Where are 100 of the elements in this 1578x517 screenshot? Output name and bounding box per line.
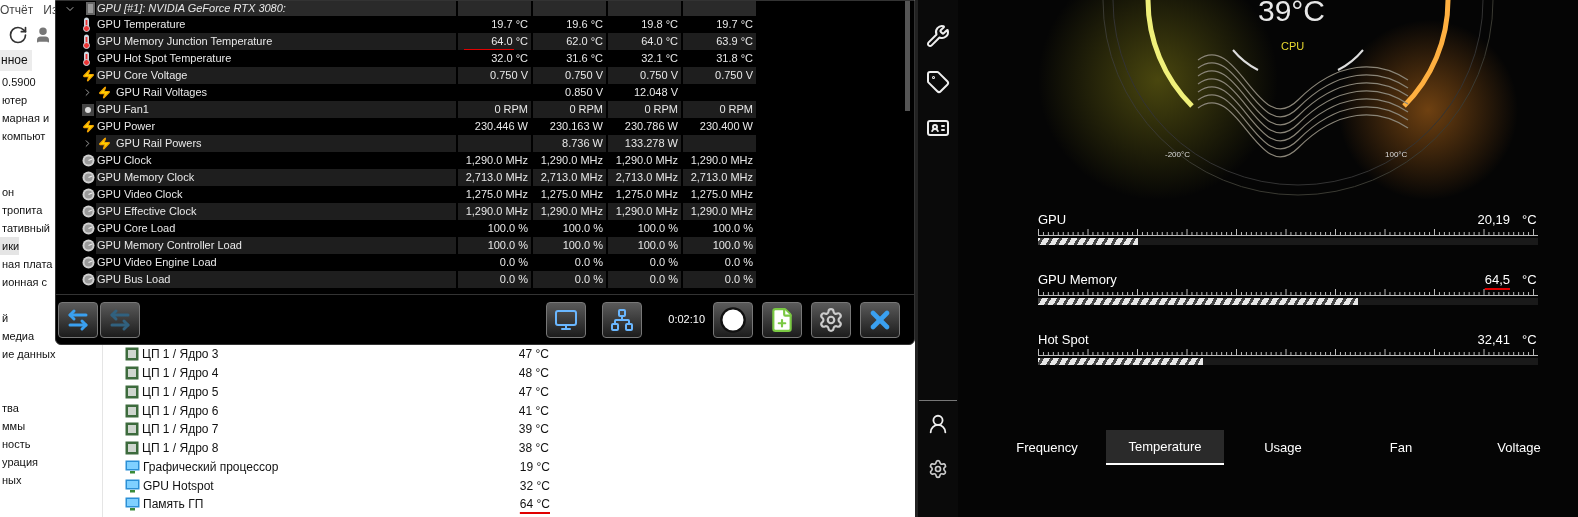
sensor-value: 0.0 % — [499, 272, 528, 288]
sensor-reading: 64,5 — [1484, 270, 1510, 289]
tools-icon[interactable] — [926, 24, 950, 48]
monitor-button[interactable] — [546, 301, 587, 338]
sidebar-item[interactable]: марная и — [0, 109, 50, 127]
sidebar-item[interactable]: й — [0, 309, 9, 327]
sensor-label: Графический процессор — [143, 458, 280, 476]
settings-button[interactable] — [811, 301, 851, 338]
sidebar-item[interactable]: компьют — [0, 127, 46, 145]
sensor-name: GPU — [1038, 210, 1068, 229]
tab[interactable]: Fan — [1342, 430, 1460, 465]
tag-icon[interactable] — [926, 70, 950, 94]
sidebar-item[interactable]: ммы — [0, 417, 26, 435]
sensor-value: 1,275.0 MHz — [690, 187, 753, 203]
user-icon[interactable] — [927, 413, 949, 435]
sidebar-item[interactable]: ность — [0, 435, 31, 453]
sensor-value: 0 RPM — [569, 102, 603, 118]
sidebar-item[interactable]: тва — [0, 399, 19, 417]
tab[interactable]: Temperature — [1106, 430, 1224, 465]
tab[interactable]: Usage — [1224, 430, 1342, 465]
sidebar-item[interactable]: ная плата — [0, 255, 53, 273]
sensor-value: 1,275.0 MHz — [615, 187, 678, 203]
sensor-value: 1,290.0 MHz — [465, 204, 528, 220]
gauge-min-label: -200°C — [1165, 149, 1190, 161]
sensor-name: Hot Spot — [1038, 330, 1090, 349]
sensor-reading: 32,41 — [1477, 330, 1510, 349]
sensor-value: 100.0 % — [712, 238, 753, 254]
thermometer-icon — [82, 34, 91, 49]
sensor-value: 32 °C — [518, 477, 550, 495]
close-button[interactable] — [860, 301, 900, 338]
tab[interactable]: Voltage — [1460, 430, 1578, 465]
sensor-value: 47 °C — [517, 383, 549, 401]
gauge-icon — [82, 154, 95, 167]
sensor-value: 19.7 °C — [491, 17, 528, 33]
sensor-label: Память ГП — [143, 496, 205, 514]
tab[interactable]: Frequency — [988, 430, 1106, 465]
gauge-label: CPU — [1281, 39, 1305, 54]
chip-icon — [125, 347, 139, 362]
sensor-value: 12.048 V — [633, 85, 678, 101]
gauge-icon — [82, 239, 95, 252]
sidebar-item[interactable]: ики — [0, 237, 20, 255]
refresh-icon[interactable] — [8, 24, 28, 45]
sidebar-item[interactable]: тропита — [0, 201, 43, 219]
sidebar-item[interactable]: урация — [0, 453, 38, 471]
chip-icon — [125, 441, 139, 456]
sensor-label: GPU Memory Junction Temperature — [96, 34, 273, 50]
sensor-value: 1,290.0 MHz — [540, 153, 603, 169]
sensor-label: GPU Rail Voltages — [115, 85, 208, 101]
sidebar-item[interactable]: ютер — [0, 91, 28, 109]
lightning-icon — [82, 69, 95, 82]
sensor-label: GPU Temperature — [96, 17, 186, 33]
sensor-value: 100.0 % — [637, 221, 678, 237]
sensor-value: 1,290.0 MHz — [540, 204, 603, 220]
sensor-label: ЦП 1 / Ядро 5 — [142, 383, 220, 401]
sensor-value: 2,713.0 MHz — [615, 170, 678, 186]
sensor-value: 32.1 °C — [641, 51, 678, 67]
monitor-icon — [125, 459, 140, 474]
sensor-value: 0.850 V — [565, 85, 603, 101]
sidebar-item[interactable]: 0.5900 — [0, 73, 36, 91]
sensor-value: 0.0 % — [574, 272, 603, 288]
expand-button[interactable] — [58, 301, 98, 338]
sensor-value: 0.0 % — [724, 255, 753, 271]
monitor-icon — [554, 307, 579, 332]
sensor-value: 62.0 °C — [566, 34, 603, 50]
sensor-value: 38 °C — [517, 440, 549, 458]
sensor-value: 230.786 W — [624, 119, 678, 135]
sidebar-item[interactable]: тативный — [0, 219, 50, 237]
sensor-label: GPU Video Clock — [96, 187, 183, 203]
gauge-max-label: 100°C — [1385, 149, 1408, 161]
sensor-value: 2,713.0 MHz — [540, 170, 603, 186]
sidebar-item[interactable]: он — [0, 183, 15, 201]
chip-icon — [125, 366, 139, 381]
gauge-icon — [82, 188, 95, 201]
sensor-value: 31.8 °C — [716, 51, 753, 67]
sidebar-item[interactable]: медиа — [0, 327, 35, 345]
sidebar-item[interactable]: ионная с — [0, 273, 48, 291]
fan-icon — [82, 103, 94, 116]
sensor-value: 1,275.0 MHz — [540, 187, 603, 203]
sensor-value: 2,713.0 MHz — [465, 170, 528, 186]
sensor-value: 41 °C — [517, 402, 549, 420]
document-plus-icon — [769, 306, 795, 333]
sensor-value: 19.8 °C — [641, 17, 678, 33]
settings-icon[interactable] — [928, 459, 948, 479]
sensor-label: GPU Clock — [96, 153, 152, 169]
sidebar-item[interactable]: ных — [0, 471, 22, 489]
sensor-value: 100.0 % — [637, 238, 678, 254]
sensor-value: 0.0 % — [574, 255, 603, 271]
scrollbar[interactable] — [905, 1, 910, 111]
tab[interactable]: нное — [0, 50, 32, 72]
chip-icon — [125, 403, 139, 418]
sensor-value: 63.9 °C — [716, 34, 753, 50]
sensor-label: GPU Effective Clock — [96, 204, 197, 220]
report-button[interactable] — [762, 301, 802, 338]
sensor-value: 100.0 % — [562, 238, 603, 254]
collapse-button[interactable] — [100, 301, 140, 338]
network-button[interactable] — [602, 301, 643, 338]
arrows-icon — [66, 307, 90, 332]
menu-item[interactable]: Отчёт — [0, 0, 34, 19]
clock-button[interactable] — [713, 301, 753, 338]
sidebar-item[interactable]: ие данных — [0, 345, 56, 363]
